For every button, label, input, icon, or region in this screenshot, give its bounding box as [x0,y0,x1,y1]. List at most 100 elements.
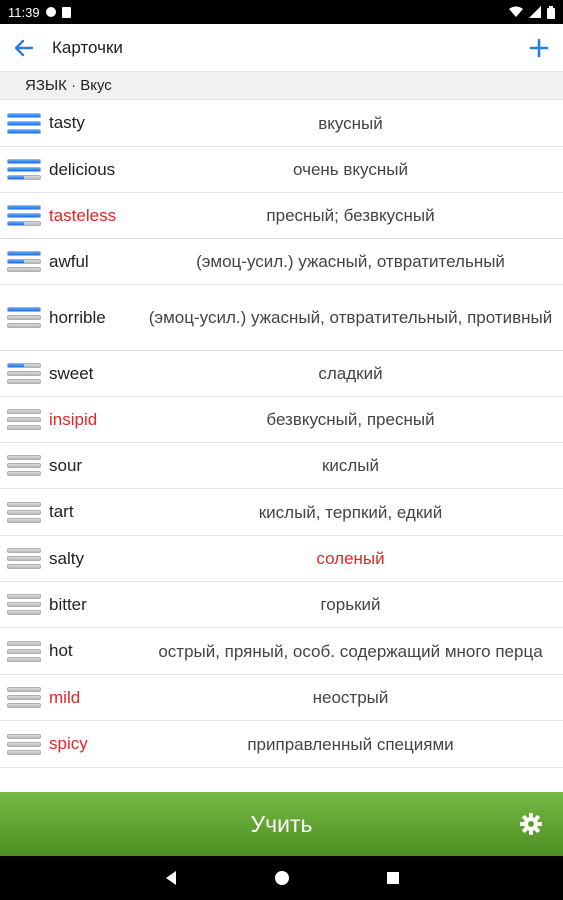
progress-bar [7,463,41,468]
progress-bar [7,741,41,747]
progress-level-icon [7,363,43,384]
progress-bar [7,695,41,700]
settings-button[interactable] [517,810,545,838]
gear-icon [520,813,542,835]
progress-level-icon [7,548,43,569]
progress-bar [7,703,41,708]
status-bar: 11:39 [0,0,563,24]
progress-bar [7,112,41,118]
nav-back-icon[interactable] [163,870,179,886]
progress-bar [7,733,41,739]
progress-bar [7,640,41,646]
card-translation: сладкий [318,364,383,383]
card-word: sweet [49,363,94,383]
list-item[interactable]: insipid безвкусный, пресный [0,397,563,443]
progress-bar [7,564,41,569]
progress-bar [7,425,41,430]
progress-level-icon [7,307,43,328]
card-word: spicy [49,734,88,753]
battery-icon [547,5,555,19]
wifi-icon [509,6,523,17]
progress-bar [7,687,41,692]
progress-bar [7,120,41,126]
learn-button[interactable]: Учить [0,792,563,856]
progress-level-icon [7,733,43,755]
card-word: tart [49,502,74,521]
progress-bar [7,548,41,553]
list-item[interactable]: mild неострый [0,675,563,721]
progress-level-icon [7,159,43,180]
card-translation: неострый [312,688,389,707]
card-word: delicious [49,159,116,179]
add-card-button[interactable] [515,24,563,72]
list-item[interactable]: hot острый, пряный, особ. содержащий мног… [0,628,563,675]
card-translation: (эмоц-усил.) ужасный, отвратительный [196,252,505,271]
nav-recents-icon[interactable] [385,870,401,886]
progress-bar [7,323,41,328]
progress-level-icon [7,687,43,708]
list-item[interactable]: sweet сладкий [0,351,563,397]
progress-bar [7,749,41,755]
card-word: tasty [49,113,85,132]
progress-bar [7,167,41,172]
list-item[interactable]: delicious очень вкусный [0,147,563,193]
list-item[interactable]: spicy приправленный специями [0,721,563,768]
progress-level-icon [7,112,43,134]
list-item[interactable]: horrible (эмоц-усил.) ужасный, отвратител… [0,285,563,351]
progress-bar [7,417,41,422]
progress-bar [7,251,41,256]
card-word: hot [49,641,73,660]
progress-bar [7,259,41,264]
progress-bar [7,307,41,312]
progress-bar [7,610,41,615]
card-word: horrible [49,307,106,327]
progress-bar [7,602,41,607]
signal-icon [529,6,541,18]
progress-bar [7,509,41,515]
progress-bar [7,205,41,210]
progress-level-icon [7,594,43,615]
section-header: ЯЗЫК · Вкус [0,72,563,100]
list-item[interactable]: salty соленый [0,536,563,582]
progress-bar [7,501,41,507]
card-word: tasteless [49,205,117,225]
card-word: sour [49,455,83,475]
progress-level-icon [7,455,43,476]
card-translation: (эмоц-усил.) ужасный, отвратительный, пр… [148,308,553,327]
list-item[interactable]: bitter горький [0,582,563,628]
card-word: insipid [49,409,98,429]
progress-bar [7,315,41,320]
card-translation: кислый [321,456,380,475]
progress-bar [7,363,41,368]
progress-bar [7,471,41,476]
card-word: bitter [49,594,87,614]
status-time: 11:39 [8,4,40,20]
list-item[interactable]: awful (эмоц-усил.) ужасный, отвратительны… [0,239,563,285]
progress-bar [7,175,41,180]
progress-bar [7,379,41,384]
progress-bar [7,594,41,599]
learn-button-label: Учить [250,810,313,837]
progress-bar [7,455,41,460]
card-translation: приправленный специями [247,734,454,754]
card-translation: кислый, терпкий, едкий [258,502,443,522]
progress-level-icon [7,640,43,662]
progress-bar [7,371,41,376]
card-translation: горький [320,595,381,614]
list-item[interactable]: sour кислый [0,443,563,489]
list-item[interactable]: tart кислый, терпкий, едкий [0,489,563,536]
progress-bar [7,267,41,272]
card-list[interactable]: tasty вкусный delicious очень вкусный tastel… [0,100,563,792]
progress-level-icon [7,251,43,272]
progress-level-icon [7,409,43,430]
progress-bar [7,648,41,654]
back-button[interactable] [0,24,48,72]
card-translation: очень вкусный [293,160,408,179]
progress-bar [7,128,41,134]
list-item[interactable]: tasty вкусный [0,100,563,147]
nav-home-icon[interactable] [274,870,290,886]
list-item[interactable]: tasteless пресный; безвкусный [0,193,563,239]
sd-card-icon [61,6,71,18]
progress-bar [7,409,41,414]
plus-icon [529,38,549,57]
